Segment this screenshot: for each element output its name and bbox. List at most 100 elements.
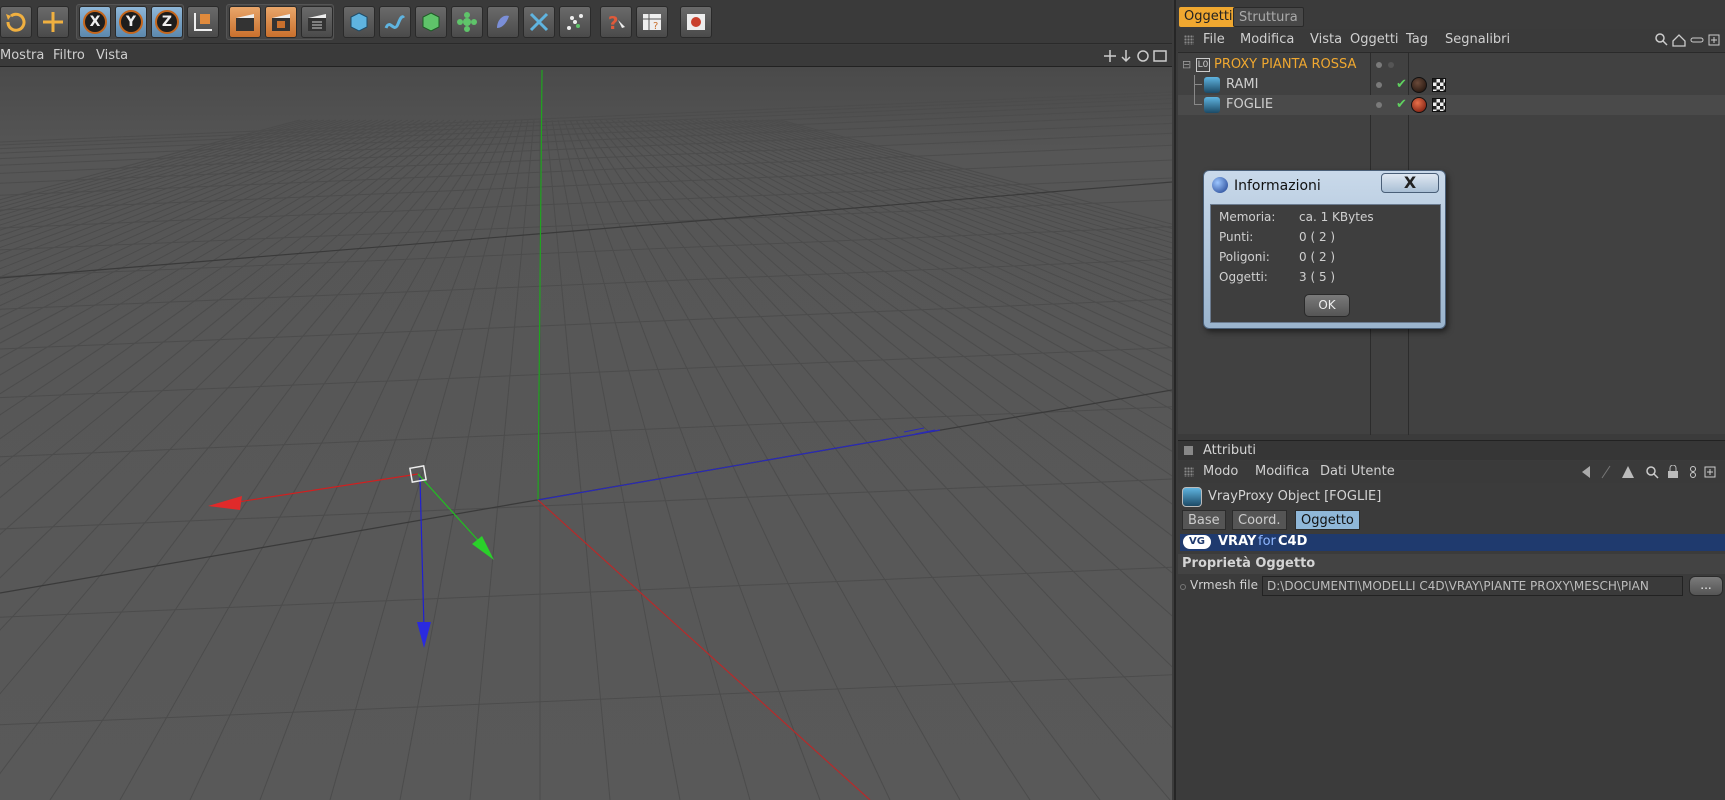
- material-tag-icon[interactable]: [1411, 77, 1427, 93]
- attributes-nav-icons[interactable]: [1580, 465, 1725, 479]
- browse-button[interactable]: ...: [1689, 576, 1723, 596]
- vrmesh-label: Vrmesh file: [1190, 578, 1258, 592]
- enabled-check-icon[interactable]: ✔: [1396, 75, 1407, 95]
- svg-text:?: ?: [653, 21, 658, 32]
- vrmesh-file-field[interactable]: D:\DOCUMENTI\MODELLI C4D\VRAY\PIANTE PRO…: [1262, 576, 1683, 596]
- render-settings-icon[interactable]: [301, 6, 333, 38]
- banner-c4d: C4D: [1278, 534, 1308, 549]
- menu-tag[interactable]: Tag: [1406, 32, 1428, 47]
- menu-dati-utente[interactable]: Dati Utente: [1320, 464, 1395, 479]
- material-tag-icon[interactable]: [1411, 97, 1427, 113]
- attributes-header: Attributi: [1178, 440, 1725, 460]
- menu-vista[interactable]: Vista: [96, 48, 128, 63]
- viewport-menu-bar: Mostra Filtro Vista: [0, 45, 1172, 67]
- animation-dot-icon[interactable]: [1180, 584, 1186, 590]
- object-manager-menu: File Modifica Vista Oggetti Tag Segnalib…: [1176, 29, 1725, 51]
- banner-for: for: [1258, 534, 1276, 549]
- globe-icon: [1212, 177, 1228, 193]
- menu-vista[interactable]: Vista: [1310, 32, 1342, 47]
- menu-oggetti[interactable]: Oggetti: [1350, 32, 1399, 47]
- render-to-picture-viewer-icon[interactable]: [265, 6, 297, 38]
- layout-icon[interactable]: ?: [636, 6, 668, 38]
- 3d-viewport[interactable]: [0, 67, 1172, 800]
- deformer-icon[interactable]: [487, 6, 519, 38]
- attributes-panel: Attributi Modo Modifica Dati Utente Vray…: [1178, 440, 1725, 800]
- menu-modifica[interactable]: Modifica: [1240, 32, 1294, 47]
- tab-struttura[interactable]: Struttura: [1233, 7, 1304, 27]
- texture-tag-icon[interactable]: [1432, 78, 1446, 92]
- attributes-menu: Modo Modifica Dati Utente: [1178, 461, 1725, 483]
- vrayproxy-icon: [1182, 487, 1202, 507]
- info-row-punti: Punti: 0 ( 2 ): [1219, 230, 1336, 244]
- editor-visibility-dot[interactable]: [1376, 62, 1382, 68]
- object-row-foglie[interactable]: FOGLIE ✔: [1178, 85, 1725, 115]
- main-toolbar: X Y Z ? ?: [0, 0, 1172, 44]
- scene-icon[interactable]: [523, 6, 555, 38]
- object-name[interactable]: RAMI: [1226, 75, 1258, 95]
- info-row-oggetti: Oggetti: 3 ( 5 ): [1219, 270, 1336, 284]
- vray-banner: VG VRAY for C4D: [1180, 534, 1725, 551]
- panel-grip-icon[interactable]: [1184, 446, 1193, 455]
- menu-modifica[interactable]: Modifica: [1255, 464, 1309, 479]
- vray-logo-icon: VG: [1183, 535, 1211, 549]
- close-button[interactable]: X: [1381, 173, 1439, 193]
- menu-filtro[interactable]: Filtro: [53, 48, 85, 63]
- collapse-toggle-icon[interactable]: ⊟: [1182, 55, 1191, 75]
- y-axis-label: Y: [119, 10, 143, 34]
- right-panel: Oggetti Struttura File Modifica Vista Og…: [1174, 0, 1725, 800]
- spline-icon[interactable]: [379, 6, 411, 38]
- dialog-title: Informazioni: [1234, 178, 1321, 194]
- grip-icon[interactable]: [1184, 467, 1194, 477]
- array-icon[interactable]: [451, 6, 483, 38]
- object-row-rami[interactable]: RAMI ✔: [1178, 75, 1725, 95]
- help-icon[interactable]: ?: [600, 6, 632, 38]
- vrayproxy-icon: [1204, 97, 1220, 113]
- menu-file[interactable]: File: [1203, 32, 1225, 47]
- editor-visibility-dot[interactable]: [1376, 102, 1382, 108]
- svg-text:?: ?: [608, 13, 618, 34]
- viewport-nav-icons[interactable]: [1104, 49, 1170, 63]
- enabled-check-icon[interactable]: ✔: [1396, 95, 1407, 115]
- object-name[interactable]: FOGLIE: [1226, 95, 1273, 115]
- banner-vray: VRAY: [1218, 534, 1257, 549]
- tab-coord[interactable]: Coord.: [1232, 510, 1287, 530]
- coordinate-system-icon[interactable]: [187, 6, 219, 38]
- viewport-grid: [0, 67, 1172, 800]
- z-axis-label: Z: [155, 10, 179, 34]
- vrayproxy-icon: [1204, 77, 1220, 93]
- menu-modo[interactable]: Modo: [1203, 464, 1238, 479]
- web-icon[interactable]: [680, 6, 712, 38]
- tab-base[interactable]: Base: [1182, 510, 1226, 530]
- menu-segnalibri[interactable]: Segnalibri: [1445, 32, 1510, 47]
- grip-icon[interactable]: [1184, 35, 1194, 45]
- render-visibility-dot[interactable]: [1388, 62, 1394, 68]
- attributes-title: Attributi: [1203, 443, 1257, 458]
- dialog-body: Memoria: ca. 1 KBytes Punti: 0 ( 2 ) Polig…: [1210, 204, 1441, 323]
- editor-visibility-dot[interactable]: [1376, 82, 1382, 88]
- menu-mostra[interactable]: Mostra: [0, 48, 44, 63]
- info-row-memoria: Memoria: ca. 1 KBytes: [1219, 210, 1374, 224]
- ok-button[interactable]: OK: [1304, 294, 1350, 317]
- move-tool-icon[interactable]: [37, 6, 69, 38]
- y-axis-lock-button[interactable]: Y: [115, 6, 147, 38]
- search-icon[interactable]: [1655, 33, 1725, 47]
- tab-oggetti[interactable]: Oggetti: [1179, 7, 1238, 27]
- x-axis-label: X: [83, 10, 107, 34]
- object-title: VrayProxy Object [FOGLIE]: [1208, 489, 1382, 504]
- cube-primitive-icon[interactable]: [343, 6, 375, 38]
- null-object-icon: L0: [1196, 58, 1210, 72]
- tab-oggetto[interactable]: Oggetto: [1295, 510, 1360, 530]
- object-row-proxy-pianta-rossa[interactable]: ⊟ L0 PROXY PIANTA ROSSA: [1178, 55, 1725, 75]
- info-dialog: Informazioni X Memoria: ca. 1 KBytes Punt…: [1203, 170, 1446, 329]
- z-axis-lock-button[interactable]: Z: [151, 6, 183, 38]
- particles-icon[interactable]: [559, 6, 591, 38]
- x-axis-lock-button[interactable]: X: [79, 6, 111, 38]
- render-view-icon[interactable]: [229, 6, 261, 38]
- section-header: Proprietà Oggetto: [1178, 554, 1725, 574]
- texture-tag-icon[interactable]: [1432, 98, 1446, 112]
- object-name[interactable]: PROXY PIANTA ROSSA: [1214, 55, 1356, 75]
- generator-icon[interactable]: [415, 6, 447, 38]
- undo-icon[interactable]: [0, 6, 32, 38]
- section-title: Proprietà Oggetto: [1182, 556, 1316, 571]
- info-row-poligoni: Poligoni: 0 ( 2 ): [1219, 250, 1336, 264]
